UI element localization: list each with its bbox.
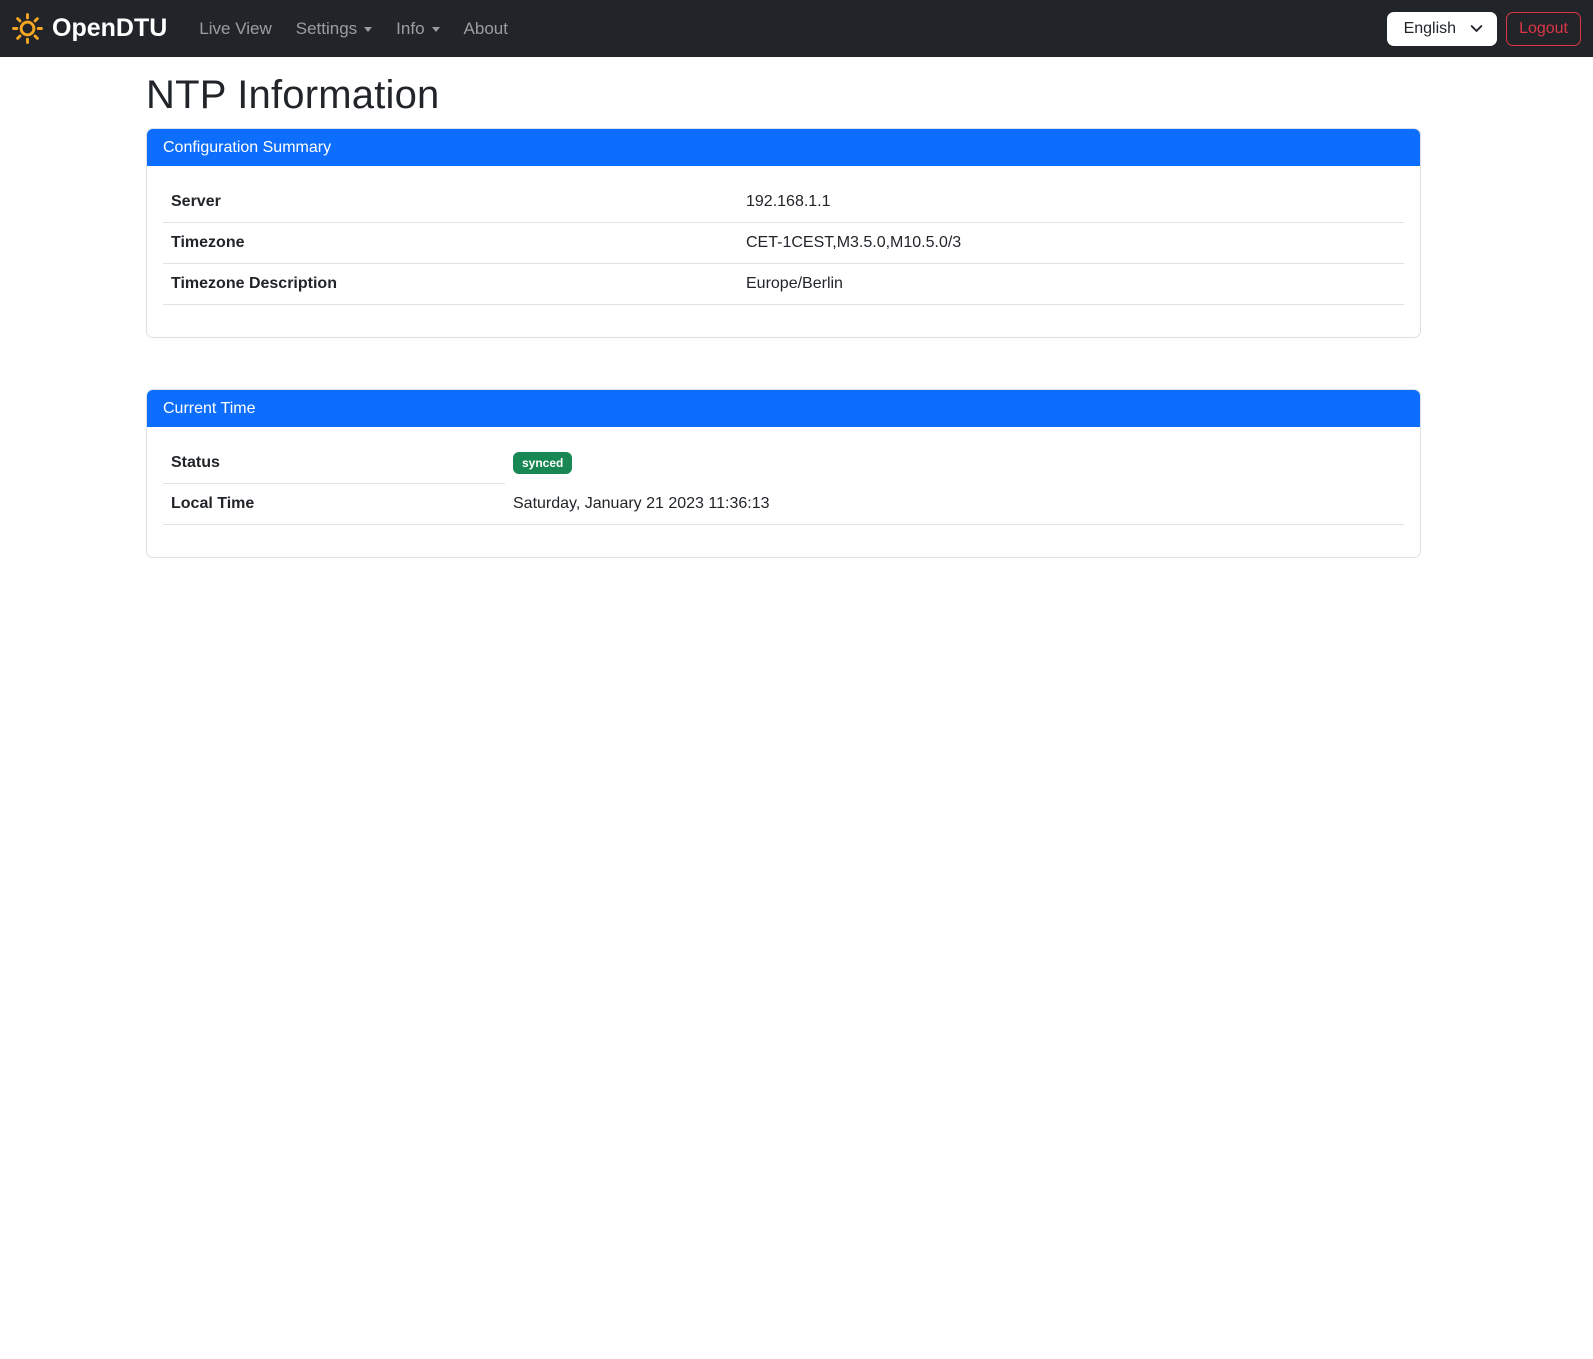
table-row: Timezone Description Europe/Berlin	[163, 264, 1404, 305]
row-label: Timezone Description	[163, 264, 738, 305]
nav-item-info[interactable]: Info	[388, 11, 447, 47]
language-select-value: English	[1404, 20, 1456, 38]
current-time-table: Status synced Local Time Saturday, Janua…	[163, 443, 1404, 525]
nav-item-about[interactable]: About	[456, 11, 516, 47]
row-label: Server	[163, 182, 738, 223]
table-row: Status synced	[163, 443, 1404, 484]
card-spacer	[146, 338, 1421, 389]
row-label: Timezone	[163, 223, 738, 264]
chevron-down-icon	[432, 27, 440, 32]
configuration-summary-card: Configuration Summary Server 192.168.1.1…	[146, 128, 1421, 338]
nav-item-label: Settings	[296, 19, 357, 39]
sun-icon	[12, 13, 43, 44]
card-body: Server 192.168.1.1 Timezone CET-1CEST,M3…	[147, 166, 1420, 337]
nav-item-label: About	[464, 19, 508, 39]
current-time-card: Current Time Status synced Local Time Sa…	[146, 389, 1421, 558]
card-body: Status synced Local Time Saturday, Janua…	[147, 427, 1420, 557]
card-header: Configuration Summary	[147, 129, 1420, 166]
card-header: Current Time	[147, 390, 1420, 427]
nav-item-live-view[interactable]: Live View	[191, 11, 279, 47]
navbar: OpenDTU Live View Settings Info About En…	[0, 0, 1593, 57]
page-title: NTP Information	[146, 71, 1421, 119]
language-select[interactable]: English	[1387, 12, 1497, 46]
chevron-down-icon	[364, 27, 372, 32]
table-row: Timezone CET-1CEST,M3.5.0,M10.5.0/3	[163, 223, 1404, 264]
row-value: 192.168.1.1	[738, 182, 1404, 223]
table-row: Local Time Saturday, January 21 2023 11:…	[163, 484, 1404, 525]
row-label: Status	[163, 443, 505, 484]
row-value: synced	[505, 443, 1404, 484]
configuration-summary-table: Server 192.168.1.1 Timezone CET-1CEST,M3…	[163, 182, 1404, 305]
row-label: Local Time	[163, 484, 505, 525]
brand-logo[interactable]: OpenDTU	[12, 13, 177, 44]
main-content: NTP Information Configuration Summary Se…	[146, 57, 1421, 558]
nav-item-label: Info	[396, 19, 424, 39]
row-value: CET-1CEST,M3.5.0,M10.5.0/3	[738, 223, 1404, 264]
row-value: Saturday, January 21 2023 11:36:13	[505, 484, 1404, 525]
table-row: Server 192.168.1.1	[163, 182, 1404, 223]
nav-item-label: Live View	[199, 19, 271, 39]
brand-title: OpenDTU	[52, 14, 167, 43]
status-badge: synced	[513, 452, 572, 474]
nav-menu: Live View Settings Info About	[187, 11, 520, 47]
nav-item-settings[interactable]: Settings	[288, 11, 380, 47]
logout-button[interactable]: Logout	[1506, 12, 1581, 46]
chevron-down-icon	[1470, 22, 1483, 35]
row-value: Europe/Berlin	[738, 264, 1404, 305]
